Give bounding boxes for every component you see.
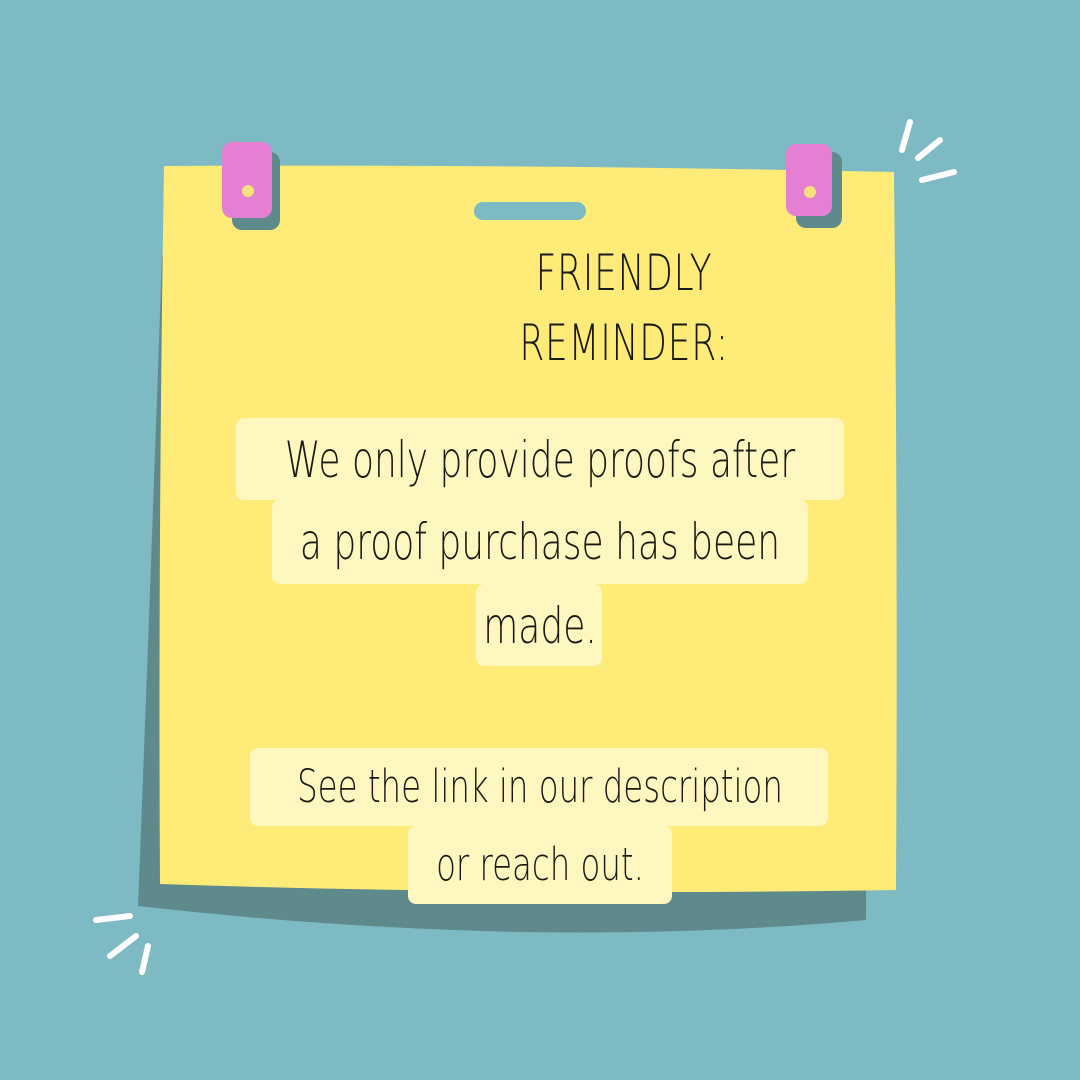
title-line: FRIENDLY [535,244,713,302]
reminder-title: FRIENDLY REMINDER: [451,238,797,378]
title-line: REMINDER: [519,314,729,372]
body-line: We only provide proofs after [284,431,796,489]
note-content: FRIENDLY REMINDER: We only provide proof… [0,0,1080,1080]
footer-line: or reach out. [436,838,644,891]
body-line: a proof purchase has been [299,513,781,571]
footer-line: See the link in our description [297,760,783,813]
body-line: made. [483,597,597,655]
